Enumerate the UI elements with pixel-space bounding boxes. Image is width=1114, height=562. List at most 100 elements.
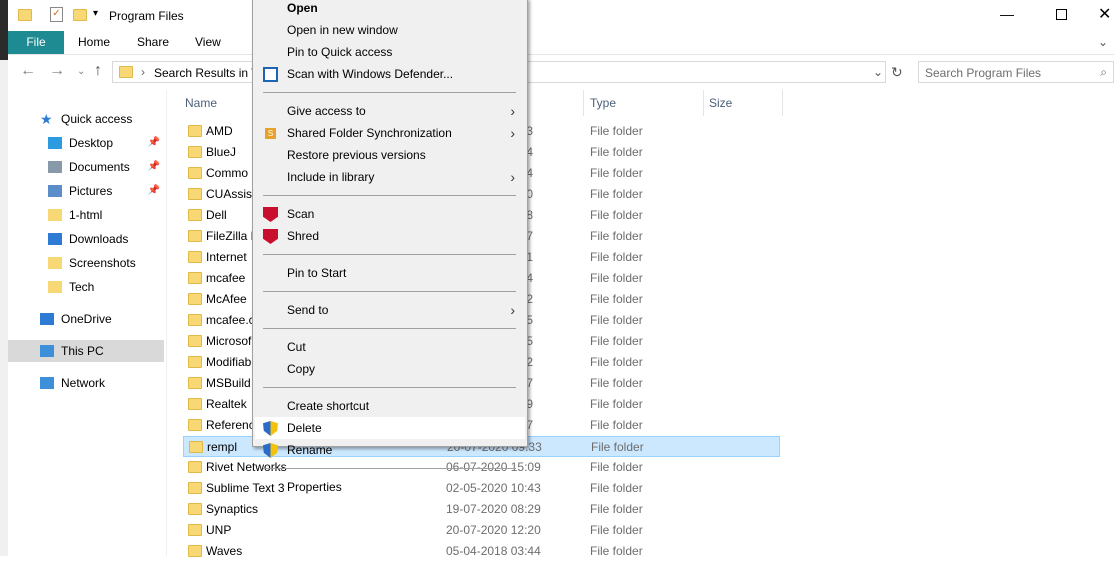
column-header-type[interactable]: Type	[590, 96, 616, 110]
file-name: mcafee	[206, 271, 246, 285]
sidebar-item-label: Network	[61, 376, 106, 390]
folder-icon	[188, 251, 202, 263]
menu-item-include-in-library[interactable]: Include in library ›	[255, 166, 525, 188]
sidebar-item-pictures[interactable]: Pictures 📌	[8, 180, 164, 202]
search-input[interactable]: Search Program Files ⌕	[918, 61, 1114, 83]
file-row[interactable]: Synaptics 19-07-2020 08:29 File folder	[183, 499, 780, 520]
sidebar-item-label: This PC	[61, 344, 104, 358]
cloud-icon	[40, 313, 54, 325]
menu-item-label: Scan with Windows Defender...	[287, 67, 454, 81]
customize-qat-icon[interactable]: ▾	[93, 8, 98, 19]
menu-item-label: Restore previous versions	[287, 148, 426, 162]
properties-qat-icon[interactable]: ✓	[50, 7, 63, 22]
menu-item-cut[interactable]: Cut	[255, 336, 525, 358]
file-name: Referenc	[206, 418, 255, 432]
menu-item-rename[interactable]: Rename	[255, 439, 525, 461]
sidebar-item-label: 1-html	[69, 208, 103, 222]
search-icon: ⌕	[1100, 65, 1107, 79]
file-type: File folder	[590, 502, 643, 516]
folder-icon	[189, 441, 203, 453]
file-type: File folder	[591, 440, 644, 454]
menu-item-send-to[interactable]: Send to ›	[255, 299, 525, 321]
breadcrumb-chevron-icon: ›	[141, 65, 145, 79]
menu-separator	[263, 92, 516, 93]
menu-item-shred[interactable]: Shred	[255, 225, 525, 247]
menu-item-pin-to-quick-access[interactable]: Pin to Quick access	[255, 41, 525, 63]
submenu-arrow-icon: ›	[510, 103, 515, 119]
file-type: File folder	[590, 271, 643, 285]
file-date: 19-07-2020 08:29	[446, 502, 541, 516]
menu-item-restore-previous-versions[interactable]: Restore previous versions	[255, 144, 525, 166]
menu-item-label: Cut	[287, 340, 306, 354]
address-dropdown-icon[interactable]: ⌄	[873, 65, 883, 79]
tab-share[interactable]: Share	[123, 31, 183, 54]
file-row[interactable]: Waves 05-04-2018 03:44 File folder	[183, 541, 780, 562]
sidebar-item-network[interactable]: Network	[8, 372, 164, 394]
maximize-button[interactable]	[1056, 9, 1067, 20]
column-header-name[interactable]: Name	[185, 96, 217, 110]
menu-item-properties[interactable]: Properties	[255, 476, 525, 498]
sidebar-item-documents[interactable]: Documents 📌	[8, 156, 164, 178]
tab-file[interactable]: File	[8, 31, 64, 54]
menu-item-copy[interactable]: Copy	[255, 358, 525, 380]
file-type: File folder	[590, 481, 643, 495]
sidebar-item-quick-access[interactable]: ★ Quick access	[8, 108, 164, 130]
file-name: Microsof	[206, 334, 252, 348]
menu-item-label: Open in new window	[287, 23, 398, 37]
expand-ribbon-icon[interactable]: ⌄	[1098, 35, 1108, 49]
up-button[interactable]: ↑	[94, 62, 102, 80]
sidebar-item-this-pc[interactable]: This PC	[8, 340, 164, 362]
uac-shield-icon	[263, 421, 278, 436]
file-type: File folder	[590, 544, 643, 558]
file-type: File folder	[590, 313, 643, 327]
file-row[interactable]: UNP 20-07-2020 12:20 File folder	[183, 520, 780, 541]
menu-item-label: Shared Folder Synchronization	[287, 126, 452, 140]
menu-item-open[interactable]: Open	[255, 0, 525, 19]
sidebar-divider	[166, 90, 167, 556]
menu-separator	[263, 387, 516, 388]
recent-locations-icon[interactable]: ⌄	[77, 66, 85, 77]
sidebar-item-screenshots[interactable]: Screenshots	[8, 252, 164, 274]
minimize-button[interactable]: —	[1000, 6, 1014, 22]
context-menu: Open Open in new window Pin to Quick acces…	[252, 0, 528, 494]
sidebar-item-downloads[interactable]: Downloads	[8, 228, 164, 250]
sidebar-item-onedrive[interactable]: OneDrive	[8, 308, 164, 330]
menu-item-label: Pin to Start	[287, 266, 347, 280]
file-type: File folder	[590, 460, 643, 474]
close-button[interactable]: ✕	[1098, 4, 1111, 24]
column-divider[interactable]	[703, 90, 704, 116]
file-type: File folder	[590, 166, 643, 180]
file-type: File folder	[590, 355, 643, 369]
sidebar-item-tech[interactable]: Tech	[8, 276, 164, 298]
tab-home[interactable]: Home	[64, 31, 124, 54]
column-divider[interactable]	[583, 90, 584, 116]
folder-icon	[188, 398, 202, 410]
sidebar-item-desktop[interactable]: Desktop 📌	[8, 132, 164, 154]
sidebar-item-label: OneDrive	[61, 312, 112, 326]
menu-item-pin-to-start[interactable]: Pin to Start	[255, 262, 525, 284]
column-header-size[interactable]: Size	[709, 96, 732, 110]
column-divider[interactable]	[782, 90, 783, 116]
menu-item-scan[interactable]: Scan	[255, 203, 525, 225]
forward-button[interactable]: →	[49, 62, 65, 80]
file-name: MSBuild	[206, 376, 251, 390]
back-button[interactable]: ←	[20, 62, 36, 80]
ribbon-divider	[8, 54, 1114, 55]
menu-item-open-in-new-window[interactable]: Open in new window	[255, 19, 525, 41]
pictures-icon	[48, 185, 62, 197]
new-folder-qat-icon[interactable]	[73, 9, 87, 21]
menu-item-scan-with-windows-defender[interactable]: Scan with Windows Defender...	[255, 63, 525, 85]
file-name: AMD	[206, 124, 233, 138]
file-name: FileZilla F	[206, 229, 259, 243]
menu-item-create-shortcut[interactable]: Create shortcut	[255, 395, 525, 417]
sidebar-item-label: Tech	[69, 280, 95, 294]
menu-item-delete[interactable]: Delete	[255, 417, 525, 439]
mcafee-icon	[263, 207, 278, 222]
menu-item-shared-folder-synchronization[interactable]: S Shared Folder Synchronization ›	[255, 122, 525, 144]
folder-icon	[188, 230, 202, 242]
tab-view[interactable]: View	[181, 31, 235, 54]
refresh-button[interactable]: ↻	[891, 64, 903, 81]
menu-item-label: Give access to	[287, 104, 366, 118]
menu-item-give-access-to[interactable]: Give access to ›	[255, 100, 525, 122]
sidebar-item-1-html[interactable]: 1-html	[8, 204, 164, 226]
